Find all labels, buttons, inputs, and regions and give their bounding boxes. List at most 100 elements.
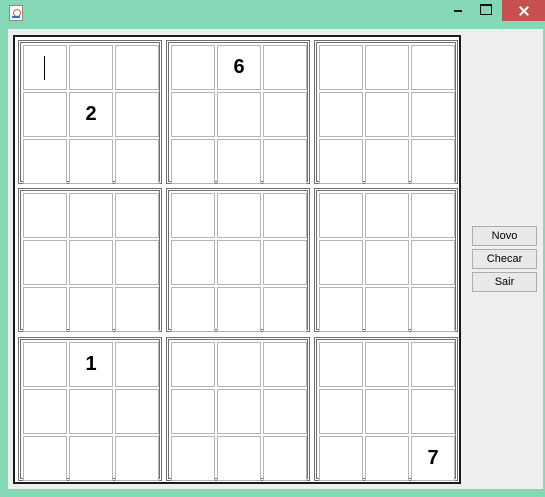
sudoku-cell[interactable] bbox=[171, 389, 215, 434]
sudoku-cell[interactable] bbox=[171, 92, 215, 137]
text-cursor bbox=[44, 56, 45, 80]
maximize-icon[interactable] bbox=[474, 0, 500, 21]
sudoku-cell[interactable] bbox=[411, 193, 455, 238]
title-bar bbox=[0, 0, 545, 28]
sudoku-cell[interactable] bbox=[411, 45, 455, 90]
sudoku-cell[interactable] bbox=[263, 342, 307, 387]
sudoku-board: 2 6 1 7 bbox=[13, 35, 461, 484]
new-game-button[interactable]: Novo bbox=[472, 226, 537, 246]
client-area: 2 6 1 7 Novo Checar Sair bbox=[8, 29, 543, 489]
sudoku-cell[interactable] bbox=[69, 389, 113, 434]
check-button[interactable]: Checar bbox=[472, 249, 537, 269]
sudoku-box bbox=[166, 337, 310, 481]
sudoku-cell[interactable] bbox=[411, 139, 455, 184]
sudoku-cell[interactable] bbox=[23, 389, 67, 434]
sudoku-cell[interactable] bbox=[171, 139, 215, 184]
sudoku-cell[interactable] bbox=[23, 193, 67, 238]
sudoku-cell[interactable] bbox=[115, 193, 159, 238]
sudoku-box: 6 bbox=[166, 40, 310, 184]
sudoku-cell[interactable] bbox=[115, 139, 159, 184]
sudoku-box bbox=[166, 188, 310, 332]
sudoku-cell[interactable]: 2 bbox=[69, 92, 113, 137]
sudoku-cell[interactable] bbox=[365, 193, 409, 238]
sudoku-cell[interactable] bbox=[365, 287, 409, 332]
sudoku-box: 1 bbox=[18, 337, 162, 481]
sudoku-cell[interactable] bbox=[217, 139, 261, 184]
sudoku-cell[interactable] bbox=[365, 45, 409, 90]
sudoku-cell[interactable] bbox=[263, 193, 307, 238]
sudoku-cell[interactable] bbox=[411, 287, 455, 332]
sudoku-cell[interactable] bbox=[217, 436, 261, 481]
sudoku-cell[interactable] bbox=[217, 389, 261, 434]
sudoku-cell[interactable] bbox=[23, 287, 67, 332]
sudoku-cell[interactable] bbox=[115, 342, 159, 387]
sudoku-box bbox=[314, 40, 458, 184]
sudoku-cell[interactable]: 7 bbox=[411, 436, 455, 481]
sudoku-cell[interactable] bbox=[365, 436, 409, 481]
sudoku-cell[interactable] bbox=[69, 45, 113, 90]
sudoku-cell[interactable] bbox=[115, 436, 159, 481]
sudoku-cell[interactable] bbox=[319, 287, 363, 332]
sudoku-cell[interactable] bbox=[69, 193, 113, 238]
sudoku-cell[interactable] bbox=[319, 436, 363, 481]
sudoku-cell[interactable] bbox=[411, 342, 455, 387]
sudoku-cell[interactable] bbox=[23, 240, 67, 285]
sudoku-cell[interactable] bbox=[263, 436, 307, 481]
sudoku-cell[interactable] bbox=[171, 240, 215, 285]
sudoku-cell[interactable] bbox=[171, 193, 215, 238]
sudoku-cell[interactable] bbox=[23, 436, 67, 481]
sudoku-cell[interactable] bbox=[171, 436, 215, 481]
sudoku-cell[interactable] bbox=[319, 193, 363, 238]
sudoku-cell[interactable] bbox=[69, 436, 113, 481]
sudoku-cell[interactable] bbox=[319, 45, 363, 90]
sudoku-cell[interactable] bbox=[115, 287, 159, 332]
sudoku-cell[interactable] bbox=[263, 240, 307, 285]
sudoku-cell[interactable] bbox=[411, 389, 455, 434]
sudoku-cell[interactable] bbox=[319, 342, 363, 387]
sudoku-cell[interactable] bbox=[217, 342, 261, 387]
sudoku-cell[interactable] bbox=[365, 240, 409, 285]
sudoku-cell[interactable] bbox=[115, 389, 159, 434]
minimize-icon[interactable] bbox=[446, 0, 472, 21]
sudoku-cell[interactable] bbox=[23, 342, 67, 387]
sudoku-cell[interactable] bbox=[23, 45, 67, 90]
sudoku-cell[interactable] bbox=[217, 193, 261, 238]
sudoku-cell[interactable] bbox=[263, 45, 307, 90]
exit-button[interactable]: Sair bbox=[472, 272, 537, 292]
sudoku-box bbox=[314, 188, 458, 332]
sudoku-cell[interactable] bbox=[69, 240, 113, 285]
sudoku-cell[interactable] bbox=[23, 92, 67, 137]
sudoku-cell[interactable] bbox=[115, 45, 159, 90]
sudoku-cell[interactable] bbox=[319, 240, 363, 285]
sudoku-cell[interactable] bbox=[23, 139, 67, 184]
sudoku-cell[interactable] bbox=[217, 240, 261, 285]
sudoku-cell[interactable] bbox=[263, 139, 307, 184]
sudoku-cell[interactable] bbox=[411, 92, 455, 137]
java-cup-icon[interactable] bbox=[9, 5, 23, 21]
sudoku-cell[interactable] bbox=[115, 92, 159, 137]
sudoku-box: 2 bbox=[18, 40, 162, 184]
sudoku-box bbox=[18, 188, 162, 332]
sudoku-cell[interactable] bbox=[69, 287, 113, 332]
sudoku-cell[interactable] bbox=[171, 342, 215, 387]
close-icon[interactable] bbox=[502, 0, 545, 21]
sudoku-cell[interactable] bbox=[365, 389, 409, 434]
sudoku-cell[interactable] bbox=[319, 92, 363, 137]
sudoku-cell[interactable] bbox=[171, 287, 215, 332]
sudoku-cell[interactable] bbox=[319, 389, 363, 434]
sudoku-cell[interactable] bbox=[263, 389, 307, 434]
sudoku-cell[interactable]: 6 bbox=[217, 45, 261, 90]
sudoku-cell[interactable] bbox=[115, 240, 159, 285]
sudoku-cell[interactable] bbox=[217, 287, 261, 332]
sudoku-cell[interactable] bbox=[171, 45, 215, 90]
sudoku-cell[interactable] bbox=[365, 139, 409, 184]
sudoku-cell[interactable] bbox=[69, 139, 113, 184]
sudoku-cell[interactable] bbox=[319, 139, 363, 184]
sudoku-cell[interactable] bbox=[365, 92, 409, 137]
sudoku-cell[interactable] bbox=[365, 342, 409, 387]
sudoku-cell[interactable] bbox=[263, 92, 307, 137]
sudoku-cell[interactable] bbox=[263, 287, 307, 332]
sudoku-cell[interactable] bbox=[217, 92, 261, 137]
sudoku-cell[interactable]: 1 bbox=[69, 342, 113, 387]
sudoku-cell[interactable] bbox=[411, 240, 455, 285]
